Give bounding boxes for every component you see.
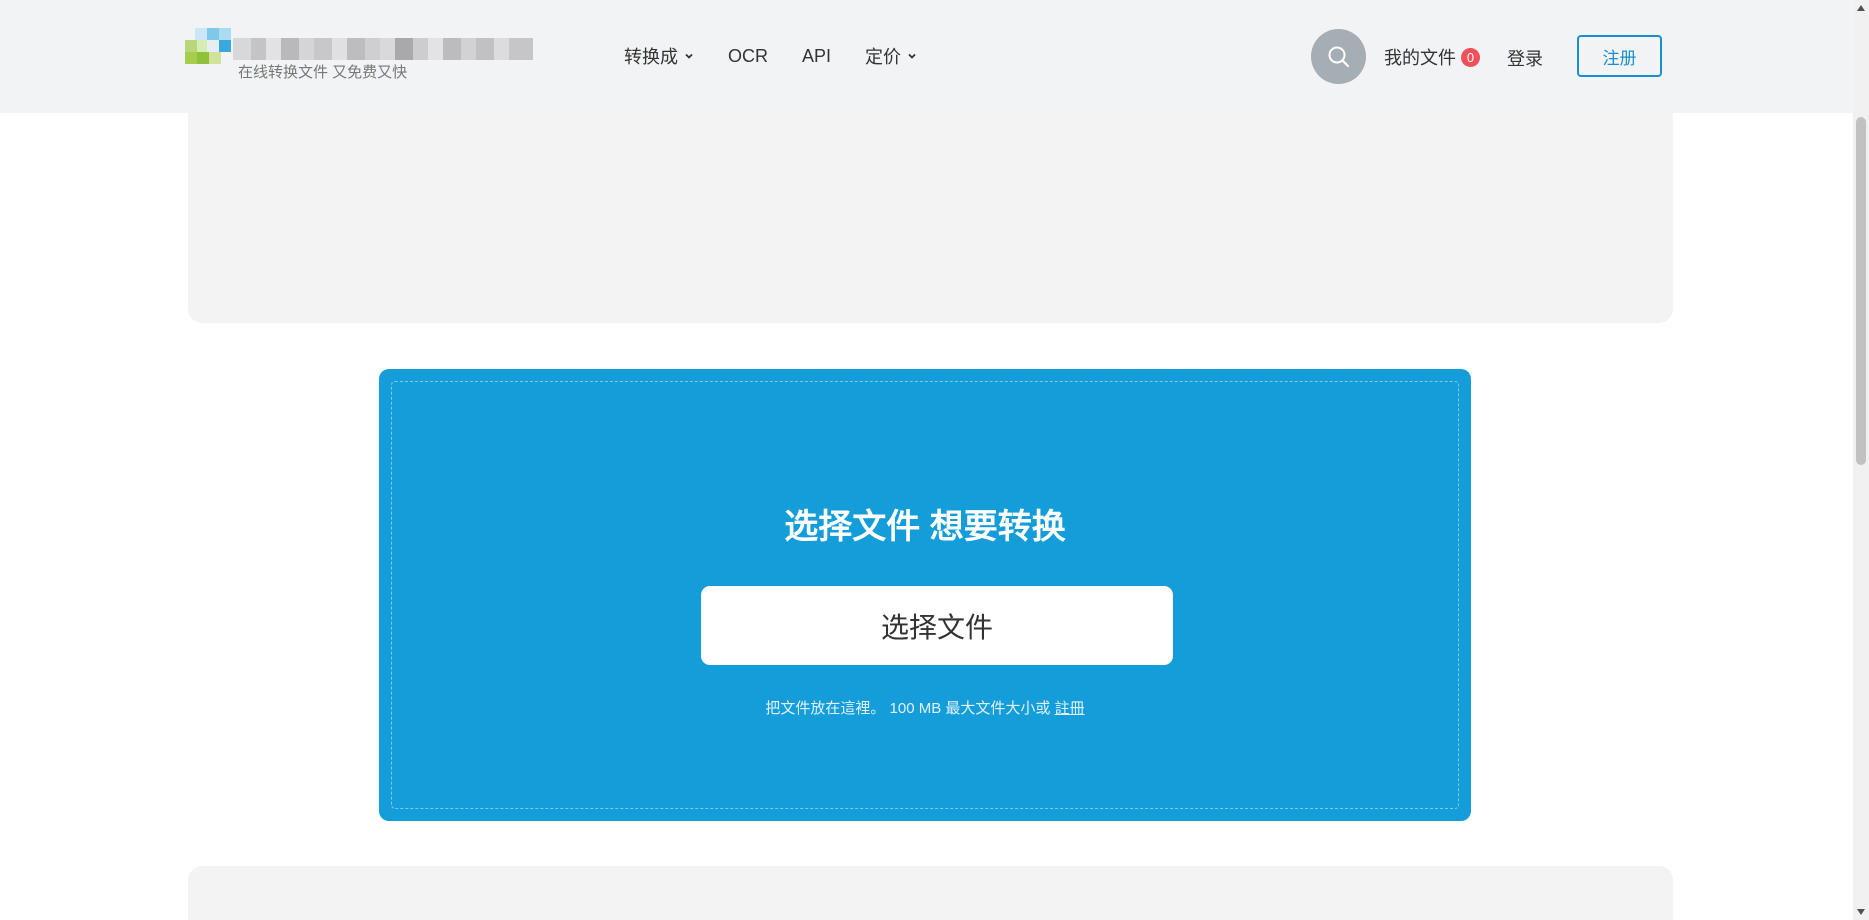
nav-label: OCR <box>728 45 768 66</box>
nav-label: 定价 <box>865 47 902 67</box>
search-button[interactable] <box>1311 29 1366 84</box>
my-files-link[interactable]: 我的文件 0 <box>1384 44 1480 70</box>
main-nav: 转换成 OCR API 定价 <box>624 44 951 68</box>
chevron-down-icon <box>908 53 916 59</box>
nav-pricing[interactable]: 定价 <box>865 44 917 68</box>
login-link[interactable]: 登录 <box>1507 45 1543 71</box>
search-icon <box>1328 46 1349 67</box>
nav-label: API <box>802 45 832 66</box>
nav-label: 转换成 <box>624 47 678 67</box>
nav-ocr[interactable]: OCR <box>728 44 768 68</box>
page: 在线转换文件 又免费又快 转换成 OCR API 定价 我的文件 0 登录 注册… <box>0 0 1869 920</box>
file-count-badge: 0 <box>1461 47 1480 67</box>
logo-wordmark <box>233 38 533 60</box>
logo-mark-icon <box>185 28 231 66</box>
scroll-up-arrow-icon[interactable] <box>1857 5 1865 11</box>
site-header: 在线转换文件 又免费又快 转换成 OCR API 定价 我的文件 0 登录 注册 <box>0 0 1853 113</box>
bottom-panel <box>188 866 1673 920</box>
upload-hint: 把文件放在這裡。 100 MB 最大文件大小或 註冊 <box>392 697 1458 718</box>
top-banner-panel <box>188 113 1673 323</box>
register-button[interactable]: 注册 <box>1577 35 1662 77</box>
page-scrollbar[interactable] <box>1853 0 1869 920</box>
dropzone-border: 选择文件 想要转换 选择文件 把文件放在這裡。 100 MB 最大文件大小或 註… <box>391 381 1459 809</box>
site-logo[interactable]: 在线转换文件 又免费又快 <box>185 28 535 88</box>
logo-tagline: 在线转换文件 又免费又快 <box>238 64 408 81</box>
chevron-down-icon <box>685 53 693 59</box>
scroll-down-arrow-icon[interactable] <box>1857 909 1865 915</box>
my-files-label: 我的文件 <box>1384 48 1456 68</box>
scroll-thumb[interactable] <box>1856 117 1866 465</box>
nav-api[interactable]: API <box>802 44 831 68</box>
hint-register-link[interactable]: 註冊 <box>1055 700 1085 717</box>
upload-dropzone[interactable]: 选择文件 想要转换 选择文件 把文件放在這裡。 100 MB 最大文件大小或 註… <box>379 369 1471 821</box>
nav-convert-to[interactable]: 转换成 <box>624 44 694 68</box>
upload-title: 选择文件 想要转换 <box>784 508 1066 546</box>
choose-file-button[interactable]: 选择文件 <box>701 586 1173 665</box>
hint-text: 把文件放在這裡。 100 MB 最大文件大小或 <box>765 700 1051 717</box>
